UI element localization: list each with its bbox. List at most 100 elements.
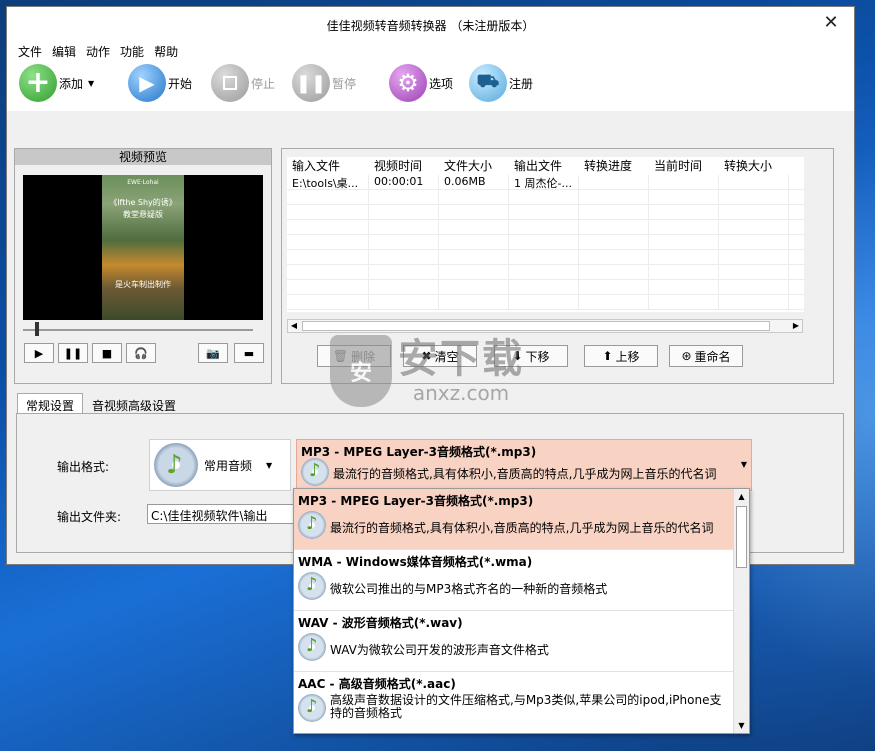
- cell-video-time: 00:00:01: [369, 175, 439, 189]
- watermark-site: anxz.com: [412, 381, 510, 405]
- item-description: WAV为微软公司开发的波形声音文件格式: [330, 643, 549, 657]
- rename-label: 重命名: [694, 349, 731, 364]
- rename-button[interactable]: ⊛ 重命名: [669, 345, 743, 367]
- table-row-empty: [287, 190, 804, 205]
- menu-edit[interactable]: 编辑: [47, 39, 81, 61]
- play-button[interactable]: ▶: [24, 343, 54, 363]
- start-button[interactable]: ▶ 开始: [128, 63, 192, 103]
- table-header: 输入文件 视频时间 文件大小 输出文件 转换进度 当前时间 转换大小: [287, 157, 804, 175]
- snapshot-button[interactable]: 📷: [198, 343, 228, 363]
- col-converted-size[interactable]: 转换大小: [719, 157, 789, 175]
- headphones-icon: 🎧: [134, 346, 148, 360]
- stop-icon: ■: [101, 346, 113, 360]
- list-item[interactable]: AAC - 高级音频格式(*.aac) 高级声音数据设计的文件压缩格式,与Mp3…: [294, 672, 734, 733]
- register-label: 注册: [509, 76, 534, 91]
- stop-icon: [211, 64, 249, 102]
- table-row-empty: [287, 250, 804, 265]
- table-row[interactable]: E:\tools\桌... 00:00:01 0.06MB 1 周杰伦-...: [287, 175, 804, 190]
- output-format-select[interactable]: MP3 - MPEG Layer-3音频格式(*.mp3) 最流行的音频格式,具…: [296, 439, 752, 491]
- col-output-file[interactable]: 输出文件: [509, 157, 579, 175]
- register-button[interactable]: ⛟ 注册: [469, 63, 533, 103]
- menu-action[interactable]: 动作: [81, 39, 115, 61]
- item-description: 最流行的音频格式,具有体积小,音质高的特点,几乎成为网上音乐的代名词: [330, 521, 714, 535]
- stop-button-small[interactable]: ■: [92, 343, 122, 363]
- item-title: WAV - 波形音频格式(*.wav): [298, 616, 463, 630]
- table-row-empty: [287, 280, 804, 295]
- output-folder-label: 输出文件夹:: [57, 510, 122, 524]
- close-icon[interactable]: ✕: [816, 11, 846, 35]
- scroll-down-icon[interactable]: ▼: [734, 718, 749, 733]
- list-item[interactable]: MP3 - MPEG Layer-3音频格式(*.mp3) 最流行的音频格式,具…: [294, 489, 734, 550]
- down-label: 下移: [525, 349, 550, 364]
- music-disc-icon: ♪: [154, 443, 198, 487]
- output-folder-field[interactable]: C:\佳佳视频软件\输出: [147, 504, 297, 524]
- options-button[interactable]: ⚙ 选项: [389, 63, 453, 103]
- scroll-left-icon[interactable]: ◀: [288, 320, 300, 332]
- cell-file-size: 0.06MB: [439, 175, 509, 189]
- video-overlay-sub: 教堂悬疑版: [123, 210, 163, 219]
- file-table: 输入文件 视频时间 文件大小 输出文件 转换进度 当前时间 转换大小 E:\to…: [287, 157, 804, 312]
- menu-help[interactable]: 帮助: [149, 39, 183, 61]
- seek-bar[interactable]: [23, 329, 253, 331]
- format-description: 最流行的音频格式,具有体积小,音质高的特点,几乎成为网上音乐的代名词: [333, 467, 717, 481]
- cell-output-file: 1 周杰伦-...: [509, 175, 579, 189]
- pause-icon: ❚❚: [292, 64, 330, 102]
- up-label: 上移: [615, 349, 640, 364]
- menu-function[interactable]: 功能: [115, 39, 149, 61]
- tab-advanced[interactable]: 音视频高级设置: [83, 393, 185, 415]
- settings-tabs: 常规设置 音视频高级设置: [17, 393, 185, 415]
- music-disc-icon: [298, 572, 326, 600]
- toolbar: + 添加 ▼ ▶ 开始 停止 ❚❚ 暂停 ⚙ 选项 ⛟ 注册: [7, 61, 854, 111]
- start-label: 开始: [168, 76, 193, 91]
- cell-current-time: [649, 175, 719, 189]
- arrow-up-icon: ⬆: [602, 349, 613, 363]
- item-title: AAC - 高级音频格式(*.aac): [298, 677, 456, 691]
- pause-button-small[interactable]: ❚❚: [58, 343, 88, 363]
- watermark-brand: 安下载: [398, 336, 524, 382]
- headphones-button[interactable]: 🎧: [126, 343, 156, 363]
- table-row-empty: [287, 205, 804, 220]
- format-title: MP3 - MPEG Layer-3音频格式(*.mp3): [301, 445, 537, 459]
- seek-handle[interactable]: [35, 322, 39, 336]
- plus-icon: +: [19, 64, 57, 102]
- folder-icon: ▬: [243, 346, 255, 360]
- play-icon: ▶: [128, 64, 166, 102]
- add-label: 添加: [59, 76, 84, 91]
- scroll-thumb[interactable]: [736, 506, 747, 568]
- pause-label: 暂停: [332, 76, 357, 91]
- pause-button[interactable]: ❚❚ 暂停: [292, 63, 356, 103]
- col-video-time[interactable]: 视频时间: [369, 157, 439, 175]
- move-up-button[interactable]: ⬆ 上移: [584, 345, 658, 367]
- vertical-scrollbar[interactable]: ▲ ▼: [733, 489, 749, 733]
- list-item[interactable]: WAV - 波形音频格式(*.wav) WAV为微软公司开发的波形声音文件格式: [294, 611, 734, 672]
- item-description: 微软公司推出的与MP3格式齐名的一种新的音频格式: [330, 582, 608, 596]
- video-frame: EWE·Lohai 《Ifthe Shy的诱》 教堂悬疑版 是火车制出制作: [102, 175, 184, 320]
- tab-general[interactable]: 常规设置: [17, 393, 84, 415]
- video-overlay-top: EWE·Lohai: [127, 179, 159, 186]
- horizontal-scrollbar[interactable]: ◀ ▶: [287, 319, 803, 333]
- title-bar: 佳佳视频转音频转换器 （未注册版本） ✕: [7, 7, 854, 39]
- open-folder-button[interactable]: ▬: [234, 343, 264, 363]
- chevron-down-icon: ▼: [740, 460, 747, 469]
- camera-icon: 📷: [206, 346, 220, 360]
- menu-bar: 文件 编辑 动作 功能 帮助: [7, 39, 854, 61]
- scroll-thumb[interactable]: [302, 321, 770, 331]
- scroll-up-icon[interactable]: ▲: [734, 489, 749, 504]
- item-title: MP3 - MPEG Layer-3音频格式(*.mp3): [298, 494, 534, 508]
- menu-file[interactable]: 文件: [13, 39, 47, 61]
- dropdown-arrow-icon[interactable]: ▼: [88, 79, 94, 88]
- add-button[interactable]: + 添加 ▼: [19, 63, 94, 103]
- col-current-time[interactable]: 当前时间: [649, 157, 719, 175]
- col-input-file[interactable]: 输入文件: [287, 157, 369, 175]
- stop-button[interactable]: 停止: [211, 63, 275, 103]
- item-description: 高级声音数据设计的文件压缩格式,与Mp3类似,苹果公司的ipod,iPhone支…: [330, 693, 722, 720]
- music-disc-icon: [298, 633, 326, 661]
- list-item[interactable]: WMA - Windows媒体音频格式(*.wma) 微软公司推出的与MP3格式…: [294, 550, 734, 611]
- col-file-size[interactable]: 文件大小: [439, 157, 509, 175]
- col-progress[interactable]: 转换进度: [579, 157, 649, 175]
- cell-converted-size: [719, 175, 789, 189]
- app-window: 佳佳视频转音频转换器 （未注册版本） ✕ 文件 编辑 动作 功能 帮助 + 添加…: [6, 6, 855, 565]
- format-category-select[interactable]: ♪ 常用音频 ▼: [149, 439, 291, 491]
- scroll-right-icon[interactable]: ▶: [790, 320, 802, 332]
- preview-panel: 视频预览 EWE·Lohai 《Ifthe Shy的诱》 教堂悬疑版 是火车制出…: [14, 148, 272, 384]
